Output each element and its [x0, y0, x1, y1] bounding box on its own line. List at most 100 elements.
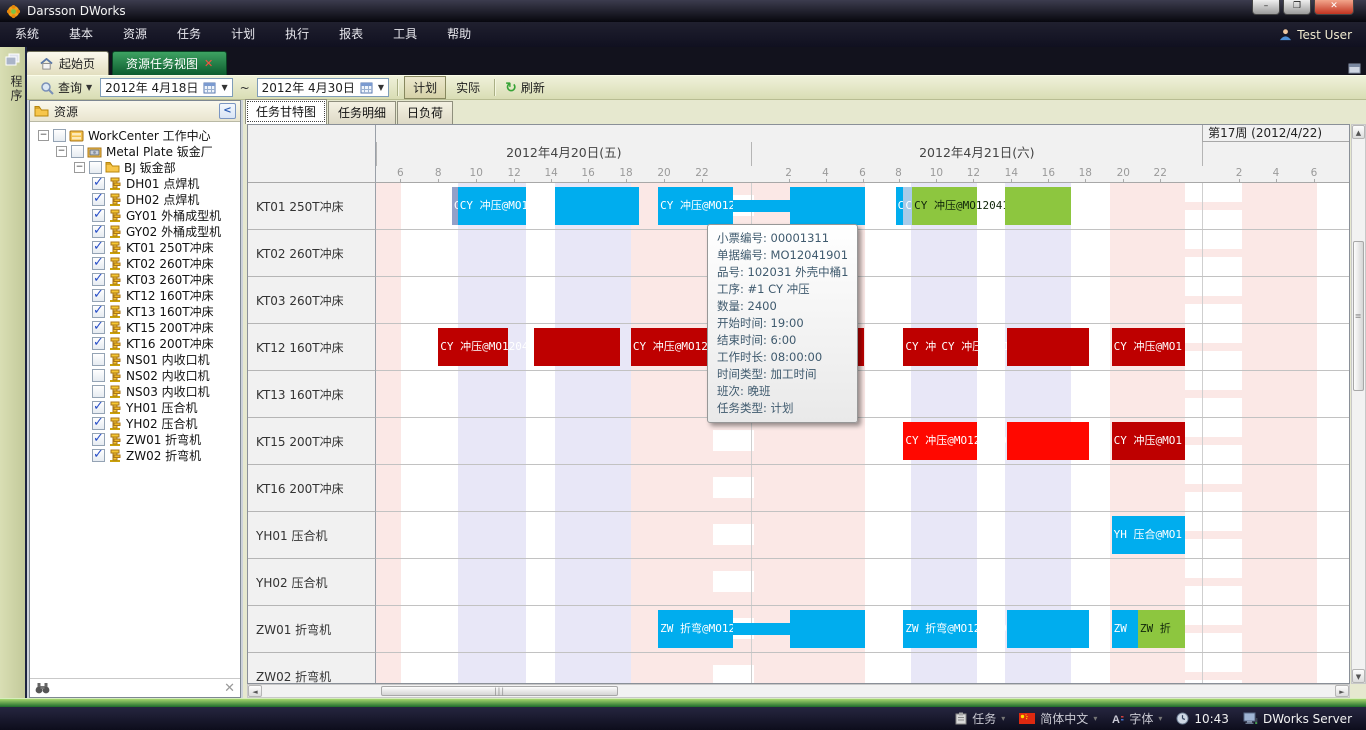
tree-node[interactable]: −Metal Plate 钣金厂 [32, 143, 238, 159]
tree-node[interactable]: KT03 260T冲床 [32, 271, 238, 287]
tree-checkbox[interactable] [92, 369, 105, 382]
task-bar[interactable] [1007, 422, 1090, 460]
menu-item-基本[interactable]: 基本 [54, 22, 108, 47]
scroll-left-icon[interactable]: ◄ [248, 685, 262, 697]
task-bar[interactable]: ZW 折弯@MO12041901 [658, 610, 733, 648]
collapse-panel-button[interactable]: < [219, 103, 236, 119]
tree-checkbox[interactable] [92, 417, 105, 430]
task-bar[interactable]: ZW 折 [1138, 610, 1185, 648]
task-bar[interactable] [790, 610, 865, 648]
scroll-up-icon[interactable]: ▲ [1352, 125, 1365, 139]
tree-node[interactable]: KT13 160T冲床 [32, 303, 238, 319]
minimize-button[interactable]: – [1252, 0, 1280, 15]
view-tab-任务甘特图[interactable]: 任务甘特图 [245, 99, 327, 124]
tree-expander-icon[interactable]: − [74, 162, 85, 173]
tree-checkbox[interactable] [92, 433, 105, 446]
tree-checkbox[interactable] [92, 385, 105, 398]
tree-checkbox[interactable] [53, 129, 66, 142]
task-bar[interactable]: ZW [1112, 610, 1138, 648]
tree-node[interactable]: NS01 内收口机 [32, 351, 238, 367]
task-bar[interactable]: CY 冲压@MO12041903 [903, 422, 977, 460]
date-from-field[interactable]: 2012年 4月18日 ▼ [100, 78, 232, 97]
scroll-down-icon[interactable]: ▼ [1352, 669, 1365, 683]
actual-toggle-button[interactable]: 实际 [448, 77, 488, 98]
tree-node[interactable]: KT15 200T冲床 [32, 319, 238, 335]
vertical-scroll-thumb[interactable]: ≡ [1353, 241, 1364, 391]
task-bar[interactable]: YH 压合@MO1 [1112, 516, 1185, 554]
task-bar[interactable]: CY 冲 [903, 328, 939, 366]
query-button[interactable]: 查询 ▼ [35, 77, 97, 98]
horizontal-scrollbar[interactable]: ◄ ||| ► [247, 684, 1350, 698]
tree-node[interactable]: NS02 内收口机 [32, 367, 238, 383]
scroll-right-icon[interactable]: ► [1335, 685, 1349, 697]
tree-checkbox[interactable] [92, 289, 105, 302]
task-bar[interactable]: C [896, 187, 904, 225]
tree-checkbox[interactable] [71, 145, 84, 158]
menu-item-帮助[interactable]: 帮助 [432, 22, 486, 47]
tree-checkbox[interactable] [92, 337, 105, 350]
task-bar[interactable]: CY 冲压@MO1 [1112, 422, 1185, 460]
tree-node[interactable]: DH01 点焊机 [32, 175, 238, 191]
task-bar[interactable] [555, 187, 639, 225]
tree-checkbox[interactable] [92, 193, 105, 206]
task-bar[interactable] [1007, 610, 1090, 648]
status-item-任务[interactable]: 任务▾ [951, 710, 1009, 727]
task-bar[interactable]: CY 冲压@MO12041902 [912, 187, 977, 225]
tree-checkbox[interactable] [92, 449, 105, 462]
horizontal-scroll-thumb[interactable]: ||| [381, 686, 618, 696]
status-item-字体[interactable]: A字体▾ [1107, 710, 1166, 727]
tree-node[interactable]: GY01 外桶成型机 [32, 207, 238, 223]
task-bar[interactable]: CY 冲压@MO12041901 [458, 187, 526, 225]
doc-tab-资源任务视图[interactable]: 资源任务视图✕ [112, 51, 227, 75]
side-tab-programs[interactable]: 程序 [0, 75, 25, 103]
task-bar[interactable] [790, 187, 865, 225]
menu-item-执行[interactable]: 执行 [270, 22, 324, 47]
restore-button[interactable]: ❐ [1283, 0, 1311, 15]
menu-item-计划[interactable]: 计划 [216, 22, 270, 47]
tree-checkbox[interactable] [92, 241, 105, 254]
find-binoculars-icon[interactable] [35, 682, 50, 694]
tree-node[interactable]: ZW01 折弯机 [32, 431, 238, 447]
tree-node[interactable]: GY02 外桶成型机 [32, 223, 238, 239]
tree-checkbox[interactable] [92, 321, 105, 334]
menu-item-报表[interactable]: 报表 [324, 22, 378, 47]
window-list-icon[interactable] [1347, 62, 1362, 75]
menu-item-工具[interactable]: 工具 [378, 22, 432, 47]
plan-toggle-button[interactable]: 计划 [404, 76, 446, 99]
tree-checkbox[interactable] [92, 225, 105, 238]
tree-node[interactable]: ZW02 折弯机 [32, 447, 238, 463]
tree-node[interactable]: NS03 内收口机 [32, 383, 238, 399]
close-tab-icon[interactable]: ✕ [204, 57, 213, 70]
task-bar[interactable]: ZW 折弯@MO12041901 [903, 610, 977, 648]
tree-expander-icon[interactable]: − [38, 130, 49, 141]
task-bar[interactable]: CY 冲压@MO1 [1112, 328, 1185, 366]
tree-checkbox[interactable] [92, 209, 105, 222]
tree-node[interactable]: KT01 250T冲床 [32, 239, 238, 255]
task-bar[interactable]: CY 冲压@MO12041901 [658, 187, 733, 225]
menu-item-系统[interactable]: 系统 [0, 22, 54, 47]
task-bar[interactable] [1007, 328, 1090, 366]
task-bar[interactable] [733, 623, 790, 635]
task-bar[interactable] [1005, 187, 1071, 225]
tree-checkbox[interactable] [92, 177, 105, 190]
vertical-scrollbar[interactable]: ▲ ≡ ▼ [1351, 124, 1366, 684]
task-bar[interactable]: CY 冲压@MO12041904 [939, 328, 978, 366]
programs-panel-icon[interactable] [0, 47, 25, 67]
view-tab-任务明细[interactable]: 任务明细 [328, 101, 396, 124]
doc-tab-起始页[interactable]: 起始页 [26, 51, 109, 75]
task-bar[interactable]: CY 冲压@MO12041904 [438, 328, 508, 366]
menu-item-任务[interactable]: 任务 [162, 22, 216, 47]
tree-checkbox[interactable] [92, 273, 105, 286]
date-to-field[interactable]: 2012年 4月30日 ▼ [257, 78, 389, 97]
clear-filter-icon[interactable]: ✕ [224, 681, 235, 696]
tree-expander-icon[interactable]: − [56, 146, 67, 157]
task-bar[interactable]: CY 冲压@MO12041904 [631, 328, 707, 366]
tree-checkbox[interactable] [92, 257, 105, 270]
tree-checkbox[interactable] [92, 401, 105, 414]
task-bar[interactable] [534, 328, 621, 366]
tree-checkbox[interactable] [92, 305, 105, 318]
tree-node[interactable]: KT02 260T冲床 [32, 255, 238, 271]
tree-checkbox[interactable] [89, 161, 102, 174]
tree-node[interactable]: −BJ 钣金部 [32, 159, 238, 175]
tree-node[interactable]: DH02 点焊机 [32, 191, 238, 207]
